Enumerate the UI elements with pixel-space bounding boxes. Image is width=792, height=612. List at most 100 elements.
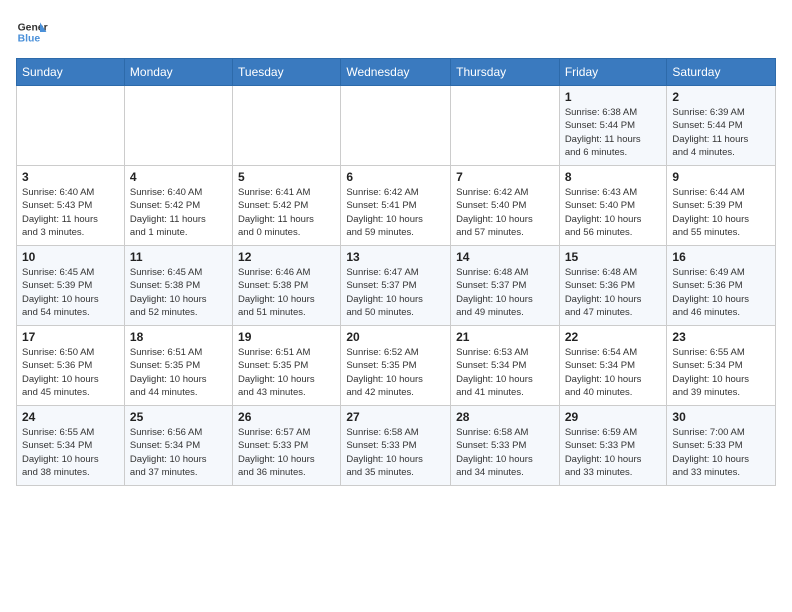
- day-info: Sunrise: 6:42 AM Sunset: 5:41 PM Dayligh…: [346, 186, 445, 239]
- calendar-cell: 5 Sunrise: 6:41 AM Sunset: 5:42 PM Daylig…: [233, 166, 341, 246]
- day-info: Sunrise: 6:42 AM Sunset: 5:40 PM Dayligh…: [456, 186, 554, 239]
- calendar-cell: [451, 86, 560, 166]
- day-info: Sunrise: 7:00 AM Sunset: 5:33 PM Dayligh…: [672, 426, 770, 479]
- day-info: Sunrise: 6:40 AM Sunset: 5:43 PM Dayligh…: [22, 186, 119, 239]
- logo: General Blue: [16, 16, 48, 48]
- weekday-header-row: SundayMondayTuesdayWednesdayThursdayFrid…: [17, 59, 776, 86]
- day-number: 2: [672, 90, 770, 104]
- weekday-header-friday: Friday: [559, 59, 667, 86]
- day-info: Sunrise: 6:54 AM Sunset: 5:34 PM Dayligh…: [565, 346, 662, 399]
- calendar-cell: [341, 86, 451, 166]
- weekday-header-monday: Monday: [124, 59, 232, 86]
- calendar-table: SundayMondayTuesdayWednesdayThursdayFrid…: [16, 58, 776, 486]
- weekday-header-sunday: Sunday: [17, 59, 125, 86]
- calendar-cell: 6 Sunrise: 6:42 AM Sunset: 5:41 PM Daylig…: [341, 166, 451, 246]
- day-info: Sunrise: 6:45 AM Sunset: 5:39 PM Dayligh…: [22, 266, 119, 319]
- calendar-cell: 11 Sunrise: 6:45 AM Sunset: 5:38 PM Dayli…: [124, 246, 232, 326]
- day-number: 24: [22, 410, 119, 424]
- day-info: Sunrise: 6:44 AM Sunset: 5:39 PM Dayligh…: [672, 186, 770, 239]
- day-number: 22: [565, 330, 662, 344]
- calendar-cell: 19 Sunrise: 6:51 AM Sunset: 5:35 PM Dayli…: [233, 326, 341, 406]
- calendar-cell: 10Sunrise: 6:45 AM Sunset: 5:39 PM Dayli…: [17, 246, 125, 326]
- day-number: 17: [22, 330, 119, 344]
- week-row-1: 1 Sunrise: 6:38 AM Sunset: 5:44 PM Daylig…: [17, 86, 776, 166]
- calendar-cell: 1 Sunrise: 6:38 AM Sunset: 5:44 PM Daylig…: [559, 86, 667, 166]
- calendar-cell: [124, 86, 232, 166]
- day-number: 5: [238, 170, 335, 184]
- day-number: 29: [565, 410, 662, 424]
- calendar-cell: 21 Sunrise: 6:53 AM Sunset: 5:34 PM Dayli…: [451, 326, 560, 406]
- day-number: 3: [22, 170, 119, 184]
- logo-icon: General Blue: [16, 16, 48, 48]
- day-info: Sunrise: 6:40 AM Sunset: 5:42 PM Dayligh…: [130, 186, 227, 239]
- day-number: 21: [456, 330, 554, 344]
- calendar-cell: 24 Sunrise: 6:55 AM Sunset: 5:34 PM Dayli…: [17, 406, 125, 486]
- weekday-header-saturday: Saturday: [667, 59, 776, 86]
- calendar-cell: 9Sunrise: 6:44 AM Sunset: 5:39 PM Daylig…: [667, 166, 776, 246]
- calendar-cell: 16 Sunrise: 6:49 AM Sunset: 5:36 PM Dayli…: [667, 246, 776, 326]
- day-info: Sunrise: 6:55 AM Sunset: 5:34 PM Dayligh…: [22, 426, 119, 479]
- day-number: 15: [565, 250, 662, 264]
- day-number: 16: [672, 250, 770, 264]
- day-info: Sunrise: 6:48 AM Sunset: 5:36 PM Dayligh…: [565, 266, 662, 319]
- day-number: 11: [130, 250, 227, 264]
- week-row-5: 24 Sunrise: 6:55 AM Sunset: 5:34 PM Dayli…: [17, 406, 776, 486]
- day-number: 14: [456, 250, 554, 264]
- page-header: General Blue: [16, 16, 776, 48]
- day-info: Sunrise: 6:57 AM Sunset: 5:33 PM Dayligh…: [238, 426, 335, 479]
- day-info: Sunrise: 6:52 AM Sunset: 5:35 PM Dayligh…: [346, 346, 445, 399]
- day-info: Sunrise: 6:56 AM Sunset: 5:34 PM Dayligh…: [130, 426, 227, 479]
- calendar-cell: 22 Sunrise: 6:54 AM Sunset: 5:34 PM Dayli…: [559, 326, 667, 406]
- day-number: 25: [130, 410, 227, 424]
- weekday-header-tuesday: Tuesday: [233, 59, 341, 86]
- day-number: 6: [346, 170, 445, 184]
- calendar-cell: 2 Sunrise: 6:39 AM Sunset: 5:44 PM Daylig…: [667, 86, 776, 166]
- day-info: Sunrise: 6:51 AM Sunset: 5:35 PM Dayligh…: [238, 346, 335, 399]
- day-info: Sunrise: 6:45 AM Sunset: 5:38 PM Dayligh…: [130, 266, 227, 319]
- day-info: Sunrise: 6:46 AM Sunset: 5:38 PM Dayligh…: [238, 266, 335, 319]
- weekday-header-wednesday: Wednesday: [341, 59, 451, 86]
- calendar-cell: 3 Sunrise: 6:40 AM Sunset: 5:43 PM Daylig…: [17, 166, 125, 246]
- day-info: Sunrise: 6:53 AM Sunset: 5:34 PM Dayligh…: [456, 346, 554, 399]
- day-info: Sunrise: 6:58 AM Sunset: 5:33 PM Dayligh…: [346, 426, 445, 479]
- day-number: 8: [565, 170, 662, 184]
- day-info: Sunrise: 6:59 AM Sunset: 5:33 PM Dayligh…: [565, 426, 662, 479]
- day-number: 7: [456, 170, 554, 184]
- day-number: 26: [238, 410, 335, 424]
- day-info: Sunrise: 6:41 AM Sunset: 5:42 PM Dayligh…: [238, 186, 335, 239]
- day-info: Sunrise: 6:39 AM Sunset: 5:44 PM Dayligh…: [672, 106, 770, 159]
- calendar-cell: 4Sunrise: 6:40 AM Sunset: 5:42 PM Daylig…: [124, 166, 232, 246]
- day-info: Sunrise: 6:43 AM Sunset: 5:40 PM Dayligh…: [565, 186, 662, 239]
- calendar-cell: 13 Sunrise: 6:47 AM Sunset: 5:37 PM Dayli…: [341, 246, 451, 326]
- week-row-2: 3 Sunrise: 6:40 AM Sunset: 5:43 PM Daylig…: [17, 166, 776, 246]
- calendar-cell: 15 Sunrise: 6:48 AM Sunset: 5:36 PM Dayli…: [559, 246, 667, 326]
- day-number: 19: [238, 330, 335, 344]
- calendar-cell: 30Sunrise: 7:00 AM Sunset: 5:33 PM Dayli…: [667, 406, 776, 486]
- calendar-cell: [17, 86, 125, 166]
- day-number: 28: [456, 410, 554, 424]
- calendar-cell: [233, 86, 341, 166]
- calendar-cell: 18 Sunrise: 6:51 AM Sunset: 5:35 PM Dayli…: [124, 326, 232, 406]
- day-info: Sunrise: 6:58 AM Sunset: 5:33 PM Dayligh…: [456, 426, 554, 479]
- day-number: 23: [672, 330, 770, 344]
- day-number: 18: [130, 330, 227, 344]
- calendar-cell: 28 Sunrise: 6:58 AM Sunset: 5:33 PM Dayli…: [451, 406, 560, 486]
- day-info: Sunrise: 6:47 AM Sunset: 5:37 PM Dayligh…: [346, 266, 445, 319]
- calendar-cell: 25 Sunrise: 6:56 AM Sunset: 5:34 PM Dayli…: [124, 406, 232, 486]
- week-row-4: 17Sunrise: 6:50 AM Sunset: 5:36 PM Dayli…: [17, 326, 776, 406]
- day-info: Sunrise: 6:49 AM Sunset: 5:36 PM Dayligh…: [672, 266, 770, 319]
- day-info: Sunrise: 6:38 AM Sunset: 5:44 PM Dayligh…: [565, 106, 662, 159]
- day-number: 12: [238, 250, 335, 264]
- day-number: 27: [346, 410, 445, 424]
- calendar-cell: 8 Sunrise: 6:43 AM Sunset: 5:40 PM Daylig…: [559, 166, 667, 246]
- day-number: 1: [565, 90, 662, 104]
- day-number: 20: [346, 330, 445, 344]
- calendar-cell: 14Sunrise: 6:48 AM Sunset: 5:37 PM Dayli…: [451, 246, 560, 326]
- calendar-cell: 20 Sunrise: 6:52 AM Sunset: 5:35 PM Dayli…: [341, 326, 451, 406]
- day-number: 13: [346, 250, 445, 264]
- calendar-cell: 17Sunrise: 6:50 AM Sunset: 5:36 PM Dayli…: [17, 326, 125, 406]
- calendar-cell: 29 Sunrise: 6:59 AM Sunset: 5:33 PM Dayli…: [559, 406, 667, 486]
- svg-text:Blue: Blue: [18, 34, 41, 45]
- day-info: Sunrise: 6:51 AM Sunset: 5:35 PM Dayligh…: [130, 346, 227, 399]
- calendar-cell: 27 Sunrise: 6:58 AM Sunset: 5:33 PM Dayli…: [341, 406, 451, 486]
